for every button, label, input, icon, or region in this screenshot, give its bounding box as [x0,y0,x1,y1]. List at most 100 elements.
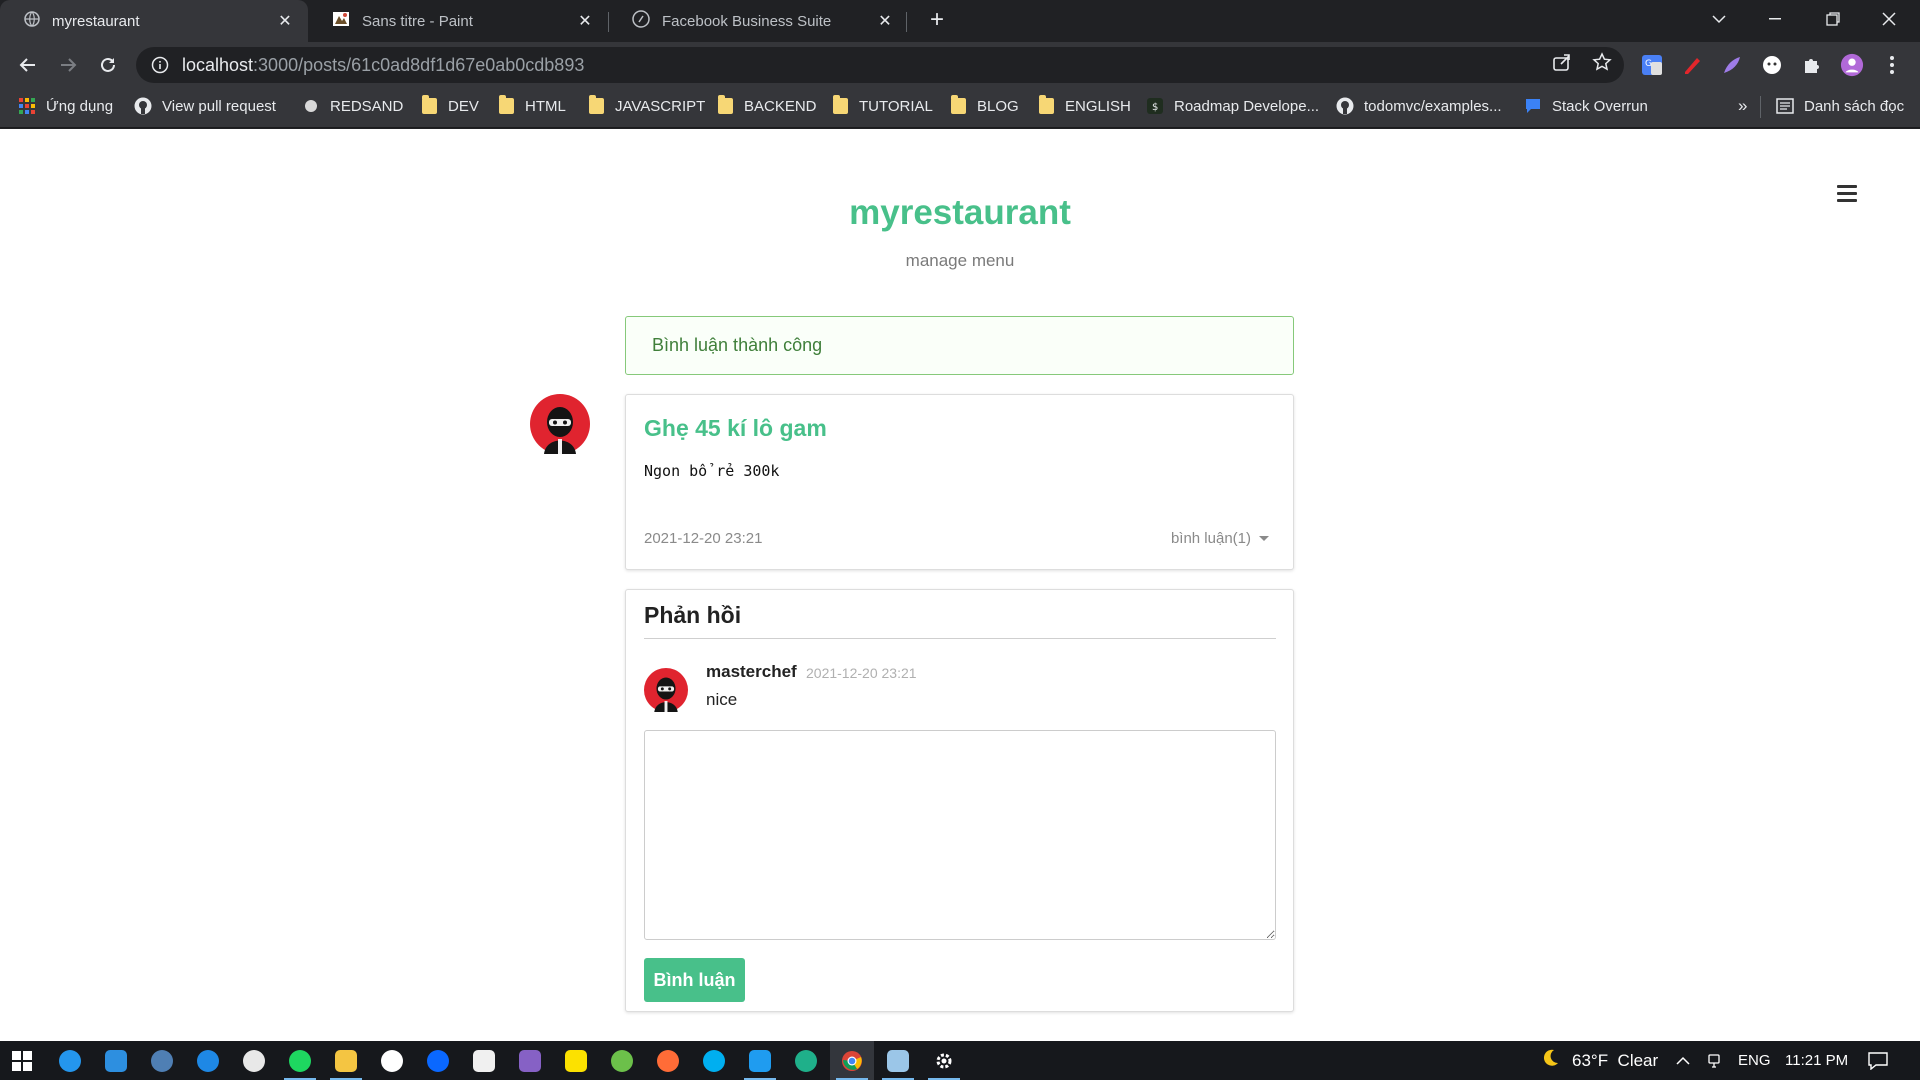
notepad-icon[interactable] [876,1041,920,1080]
comment-text: nice [706,690,738,709]
bookmark-label: Ứng dụng [46,97,114,115]
close-icon[interactable]: ✕ [276,11,294,31]
more-menu-icon[interactable] [1880,53,1904,77]
site-brand[interactable]: myrestaurant [0,193,1920,233]
bookmark-label: TUTORIAL [859,97,933,115]
zalo-blue-icon[interactable] [186,1041,230,1080]
ghost-extension-icon[interactable] [1760,53,1784,77]
profile-avatar-icon[interactable] [1840,53,1864,77]
facebook-icon [632,10,650,32]
tab-myrestaurant[interactable]: myrestaurant ✕ [0,0,308,42]
vscode-icon[interactable] [738,1041,782,1080]
bookmark-view-pull-request[interactable]: View pull request [134,88,276,124]
bookmark-folder-javascript[interactable]: JAVASCRIPT [587,88,705,124]
bookmarks-overflow-button[interactable]: » [1738,88,1747,124]
zalo-icon[interactable] [416,1041,460,1080]
google-translate-icon[interactable]: G [1640,53,1664,77]
svg-text:G: G [1645,59,1652,69]
docker-icon[interactable] [48,1041,92,1080]
postman-icon[interactable] [646,1041,690,1080]
bookmark-roadmap[interactable]: $ Roadmap Develope... [1146,88,1319,124]
language-indicator[interactable]: ENG [1738,1041,1771,1080]
submit-comment-button[interactable]: Bình luận [644,958,745,1002]
postgres-icon[interactable] [140,1041,184,1080]
notifications-icon[interactable] [1868,1041,1888,1080]
post-title: Ghẹ 45 kí lô gam [644,415,827,441]
tab-facebook[interactable]: Facebook Business Suite ✕ [608,0,908,42]
bookmark-folder-tutorial[interactable]: TUTORIAL [831,88,933,124]
github-icon [1336,97,1354,115]
folder-icon [1037,95,1055,115]
restore-icon[interactable] [1810,0,1856,38]
tab-paint[interactable]: Sans titre - Paint ✕ [308,0,608,42]
new-tab-button[interactable]: + [922,6,952,36]
post-date: 2021-12-20 23:21 [644,530,763,547]
share-icon[interactable] [1550,50,1574,74]
bookmark-folder-blog[interactable]: BLOG [949,88,1019,124]
hamburger-menu-icon[interactable] [1837,185,1857,203]
reload-icon[interactable] [92,49,124,81]
bookmark-apps[interactable]: Ứng dụng [18,88,113,124]
circle-icon [302,97,320,115]
comments-toggle-label: bình luận(1) [1170,530,1251,547]
github-desktop-icon[interactable] [232,1041,276,1080]
gift-app-icon[interactable] [462,1041,506,1080]
svg-text:$: $ [1152,102,1158,113]
roadmap-icon: $ [1146,97,1164,115]
reply-textarea[interactable] [644,730,1276,940]
folder-icon [587,95,605,115]
clock[interactable]: 11:21 PM [1785,1041,1848,1080]
reading-list-label: Danh sách đọc [1804,97,1905,115]
tab-title: Facebook Business Suite [662,12,832,30]
tab-search-icon[interactable] [1696,0,1742,38]
address-bar[interactable]: localhost:3000/posts/61c0ad8df1d67e0ab0c… [136,47,1624,83]
show-hidden-icons-icon[interactable] [1676,1041,1690,1080]
close-icon[interactable]: ✕ [576,11,594,31]
spotify-icon[interactable] [278,1041,322,1080]
bookmarks-divider [1760,96,1761,118]
edge-icon[interactable] [784,1041,828,1080]
tab-title: Sans titre - Paint [362,12,473,30]
bookmark-todomvc[interactable]: todomvc/examples... [1336,88,1502,124]
skype-icon[interactable] [692,1041,736,1080]
mongodb-icon[interactable] [370,1041,414,1080]
forward-icon[interactable] [52,49,84,81]
bookmark-label: DEV [448,97,479,115]
network-icon[interactable] [1706,1041,1722,1080]
back-icon[interactable] [12,49,44,81]
windows-start-icon[interactable] [0,1041,44,1080]
reading-list-button[interactable]: Danh sách đọc [1776,88,1904,124]
replies-card: Phản hồi masterchef 2021-12-20 23:21 nic… [625,589,1294,1012]
caret-down-icon [1259,536,1269,541]
bookmark-folder-backend[interactable]: BACKEND [716,88,817,124]
bookmark-folder-html[interactable]: HTML [497,88,566,124]
folder-icon [497,95,515,115]
pen-extension-icon[interactable] [1680,53,1704,77]
site-info-icon[interactable] [150,55,170,75]
bookmark-stack-overrun[interactable]: Stack Overrun [1524,88,1648,124]
comment-author: masterchef [706,662,797,681]
settings-gear-icon[interactable] [922,1041,966,1080]
moon-icon [1540,1048,1560,1073]
extensions-puzzle-icon[interactable] [1800,53,1824,77]
file-explorer-icon[interactable] [324,1041,368,1080]
paint-icon [332,10,350,32]
remote-desktop-icon[interactable] [94,1041,138,1080]
bookmark-label: Stack Overrun [1552,97,1648,115]
git-client-icon[interactable] [600,1041,644,1080]
bookmark-star-icon[interactable] [1590,50,1614,74]
chrome-icon[interactable] [830,1041,874,1080]
close-icon[interactable]: ✕ [876,11,894,31]
bookmark-folder-dev[interactable]: DEV [420,88,479,124]
bookmark-redsand[interactable]: REDSAND [302,88,403,124]
close-window-icon[interactable] [1866,0,1912,38]
comments-toggle[interactable]: bình luận(1) [1171,530,1269,547]
weather-widget[interactable]: 63°F Clear [1540,1041,1658,1080]
post-author-avatar [530,394,590,454]
minimize-icon[interactable] [1752,0,1798,38]
feather-extension-icon[interactable] [1720,53,1744,77]
replies-heading: Phản hồi [644,602,742,628]
visual-studio-icon[interactable] [508,1041,552,1080]
bookmark-folder-english[interactable]: ENGLISH [1037,88,1131,124]
sticky-notes-icon[interactable] [554,1041,598,1080]
